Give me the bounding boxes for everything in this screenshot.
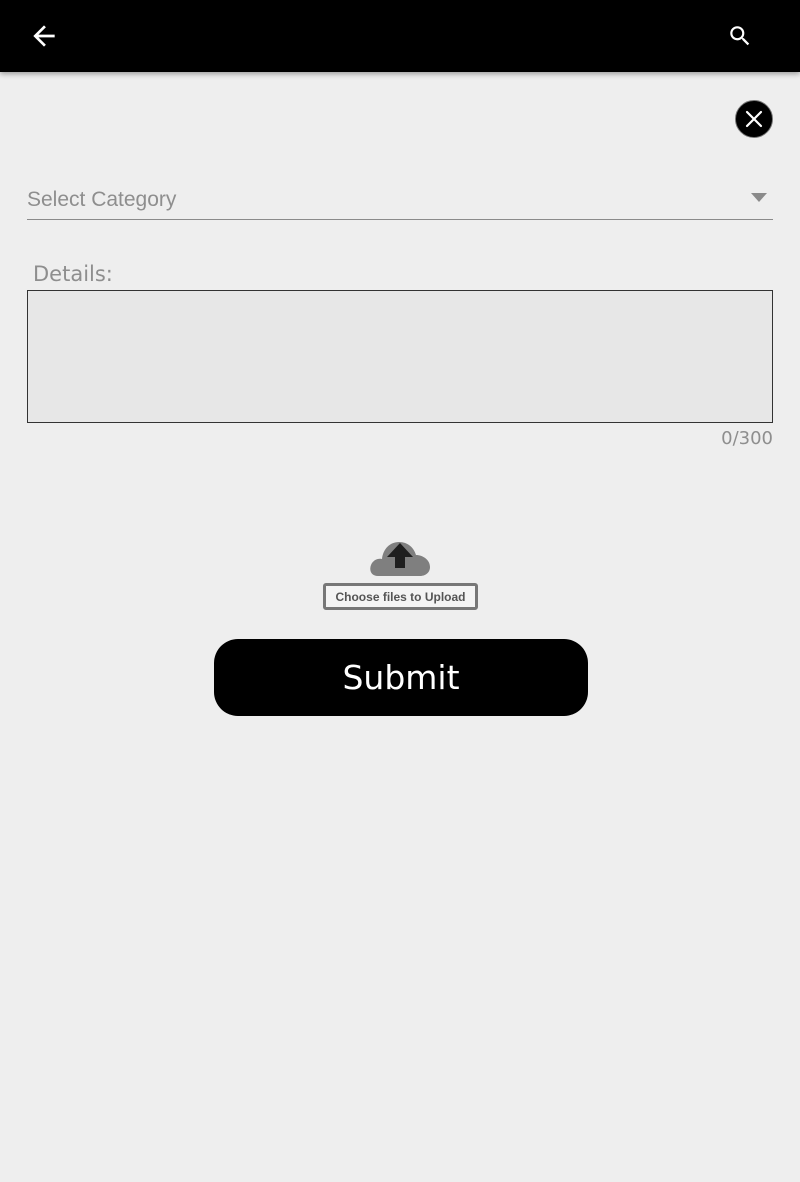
- category-select-placeholder: Select Category: [27, 188, 177, 211]
- submit-button[interactable]: Submit: [214, 639, 588, 716]
- details-textarea[interactable]: [27, 290, 773, 423]
- category-select[interactable]: Select Category: [27, 180, 773, 220]
- app-bar: [0, 0, 800, 72]
- details-label: Details:: [33, 262, 113, 286]
- arrow-left-icon: [33, 25, 55, 47]
- search-button[interactable]: [720, 16, 760, 56]
- choose-files-button[interactable]: Choose files to Upload: [323, 583, 478, 610]
- search-icon: [730, 26, 750, 46]
- close-icon: [745, 110, 763, 128]
- character-counter: 0/300: [721, 428, 773, 449]
- back-button[interactable]: [24, 16, 64, 56]
- close-button[interactable]: [735, 100, 773, 138]
- caret-down-icon: [751, 193, 767, 202]
- cloud-upload-icon: [370, 542, 430, 576]
